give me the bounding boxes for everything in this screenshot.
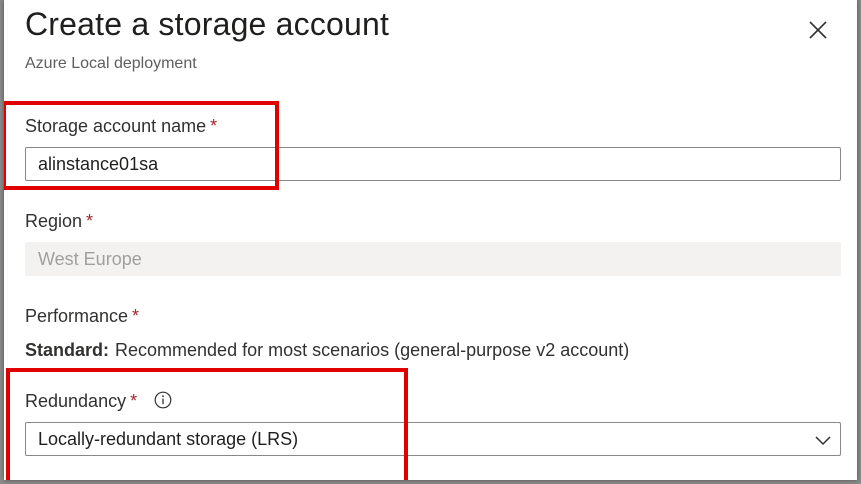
performance-label-text: Performance	[25, 306, 129, 326]
redundancy-selected-value: Locally-redundant storage (LRS)	[38, 429, 299, 449]
page-subtitle: Azure Local deployment	[25, 55, 197, 72]
page-title: Create a storage account	[25, 6, 390, 42]
redundancy-info-button[interactable]	[154, 391, 172, 409]
redundancy-label: Redundancy *	[25, 391, 172, 412]
chevron-down-icon	[815, 436, 831, 446]
create-storage-account-panel: Create a storage account Azure Local dep…	[4, 0, 857, 480]
performance-description: Recommended for most scenarios (general-…	[115, 340, 630, 360]
storage-account-name-label: Storage account name *	[25, 116, 217, 137]
redundancy-dropdown[interactable]: Locally-redundant storage (LRS)	[25, 422, 841, 456]
performance-value: Standard: Recommended for most scenarios …	[25, 340, 629, 361]
required-marker: *	[210, 116, 218, 136]
region-label-text: Region	[25, 211, 83, 231]
storage-account-name-input[interactable]: alinstance01sa	[25, 147, 841, 181]
required-marker: *	[130, 391, 138, 411]
required-marker: *	[132, 306, 140, 326]
required-marker: *	[86, 211, 94, 231]
close-icon	[809, 21, 827, 39]
storage-account-name-label-text: Storage account name	[25, 116, 207, 136]
region-label: Region *	[25, 211, 93, 232]
redundancy-label-text: Redundancy	[25, 391, 127, 411]
performance-label: Performance *	[25, 306, 139, 327]
close-button[interactable]	[806, 18, 830, 42]
region-field: West Europe	[25, 242, 841, 276]
info-icon	[154, 391, 172, 409]
performance-tier: Standard:	[25, 340, 110, 360]
